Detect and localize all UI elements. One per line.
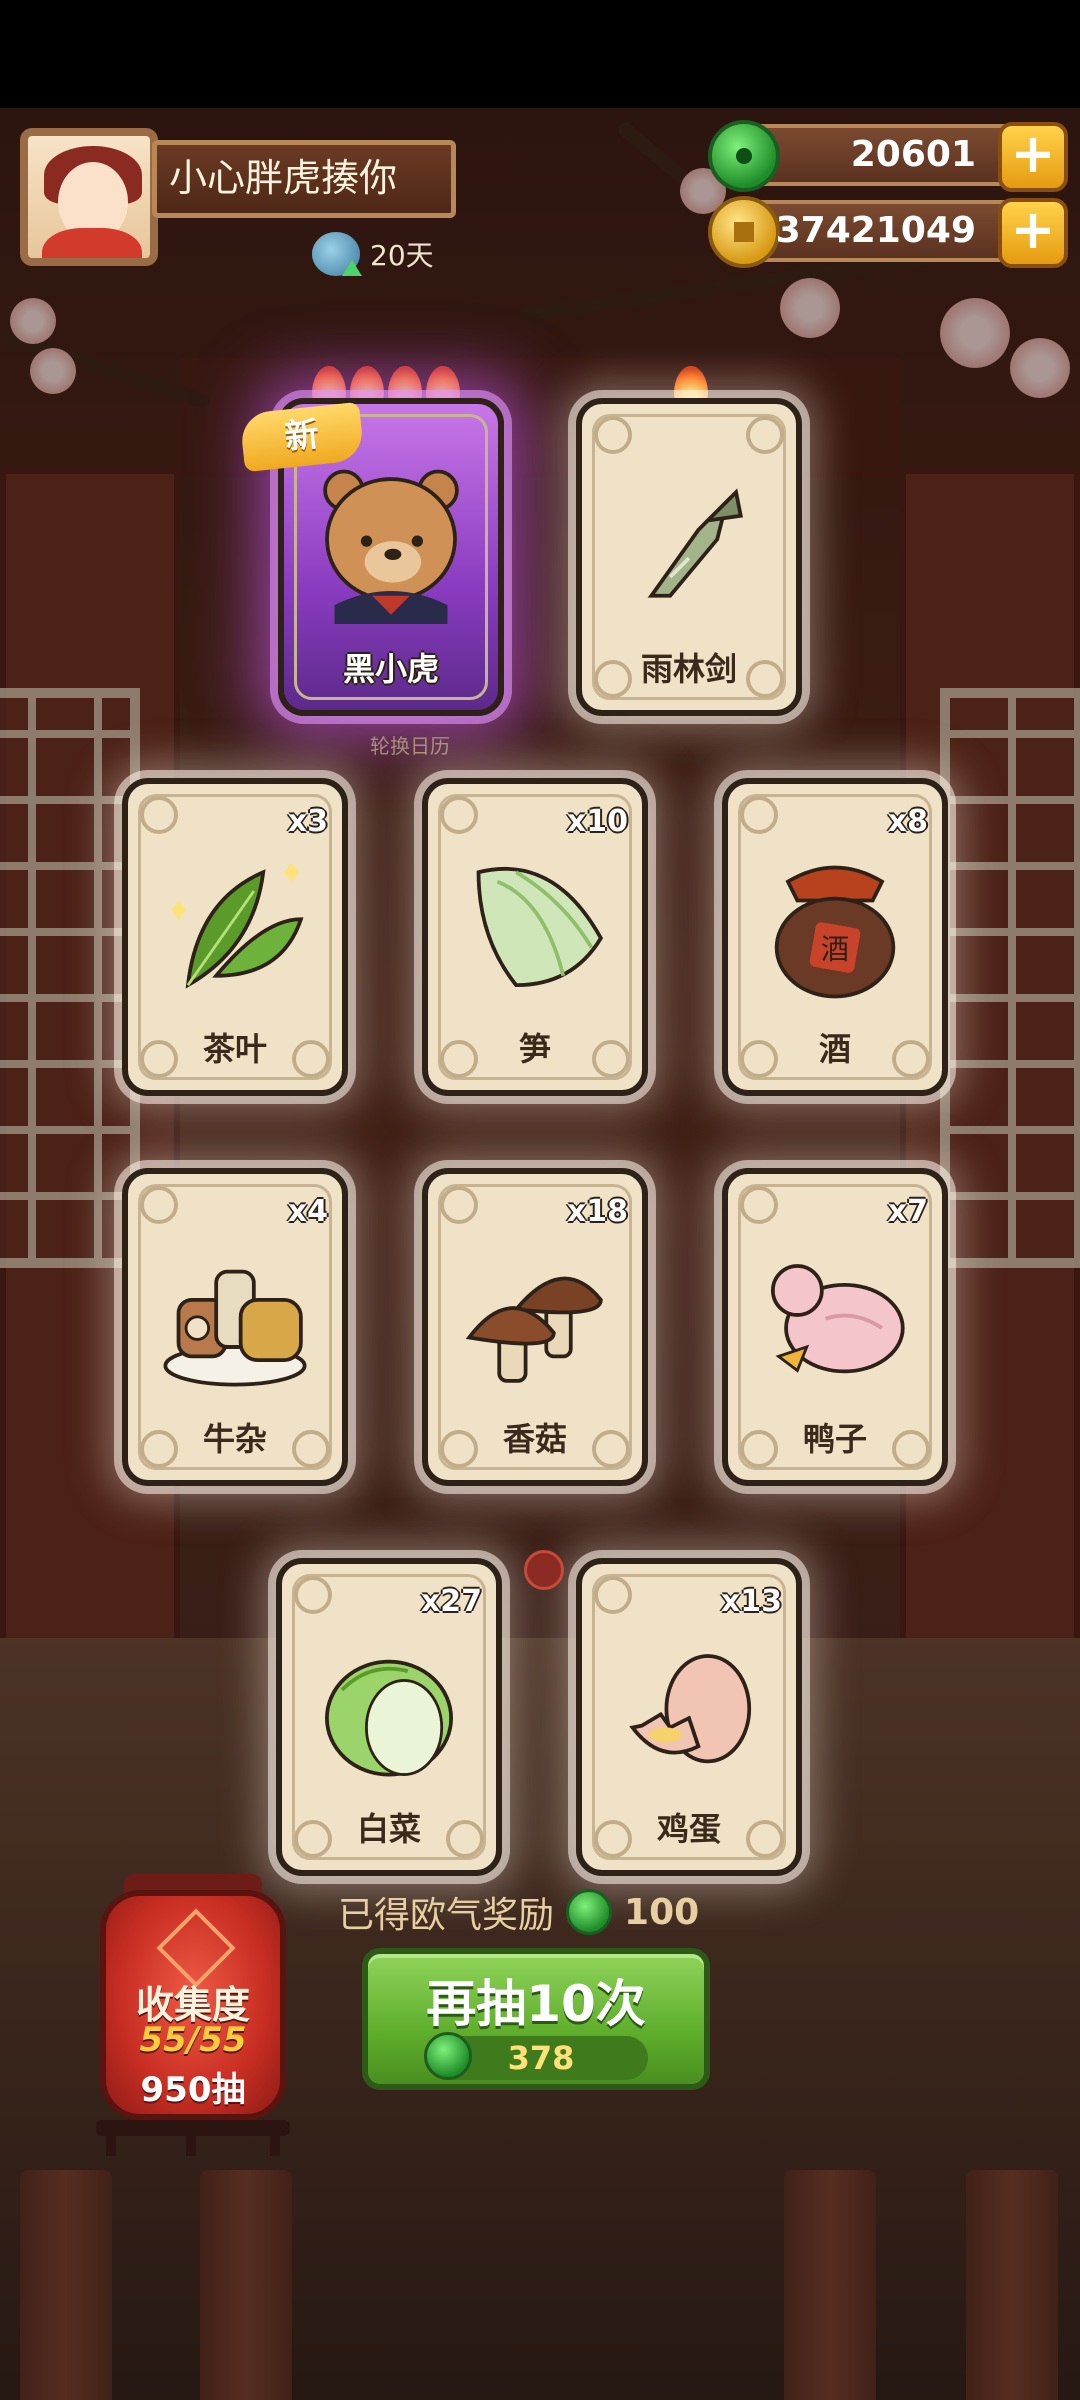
card-label: 白菜 xyxy=(356,1810,421,1848)
collection-lantern[interactable]: 收集度 55/55 950抽 xyxy=(100,1890,286,2120)
card-label: 雨林剑 xyxy=(640,650,737,688)
add-gold-button[interactable]: + xyxy=(998,198,1068,268)
card-label: 酒 xyxy=(818,1030,851,1068)
card-label: 茶叶 xyxy=(202,1030,267,1068)
item-quantity: x10 xyxy=(566,804,628,839)
jade-coin-icon xyxy=(424,2032,472,2080)
card-item[interactable]: x3 茶叶 xyxy=(122,778,348,1096)
item-quantity: x3 xyxy=(287,804,328,839)
gold-currency: 37421049 + xyxy=(708,196,1068,268)
rotation-calendar-caption: 轮换日历 xyxy=(370,734,450,758)
card-item[interactable]: x8 酒 酒 xyxy=(722,778,948,1096)
gold-amount: 37421049 xyxy=(775,210,976,251)
card-item[interactable]: x10 笋 xyxy=(422,778,648,1096)
card-featured-item[interactable]: 雨林剑 xyxy=(576,398,802,716)
ornament-knob xyxy=(524,1550,564,1590)
jade-amount: 20601 xyxy=(850,134,976,175)
duck-icon xyxy=(771,1264,905,1374)
reward-amount: 100 xyxy=(624,1891,700,1933)
draw-again-label: 再抽10次 xyxy=(426,1975,646,2033)
shiitake-mushroom-icon xyxy=(465,1276,603,1383)
draw-again-button[interactable]: 再抽10次 378 xyxy=(362,1948,710,2090)
status-bar-area xyxy=(0,0,1080,108)
bear-character-icon xyxy=(323,469,459,624)
calendar-growth-icon xyxy=(312,232,362,276)
card-item[interactable]: x7 鸭子 xyxy=(722,1168,948,1486)
lantern-leg xyxy=(186,2130,196,2156)
add-jade-button[interactable]: + xyxy=(998,122,1068,192)
swirl-ornament xyxy=(140,1186,178,1224)
jar-label: 酒 xyxy=(821,933,849,966)
item-quantity: x8 xyxy=(887,804,928,839)
swirl-ornament xyxy=(594,1576,632,1614)
egg-icon xyxy=(629,1654,752,1764)
collection-progress: 55/55 xyxy=(139,2020,247,2060)
card-label: 鸡蛋 xyxy=(656,1810,721,1848)
card-item[interactable]: x4 牛杂 xyxy=(122,1168,348,1486)
item-quantity: x13 xyxy=(720,1584,782,1619)
card-label: 黑小虎 xyxy=(342,650,439,688)
item-quantity: x27 xyxy=(420,1584,482,1619)
login-days: 20天 xyxy=(312,232,434,276)
beef-offal-icon xyxy=(163,1269,307,1387)
card-label: 鸭子 xyxy=(802,1420,867,1458)
card-item[interactable]: x13 鸡蛋 xyxy=(576,1558,802,1876)
swirl-ornament xyxy=(746,416,784,454)
card-item[interactable]: x18 香菇 xyxy=(422,1168,648,1486)
lantern-leg xyxy=(270,2130,280,2156)
card-label: 香菇 xyxy=(502,1420,567,1458)
card-label: 笋 xyxy=(518,1030,551,1068)
player-name: 小心胖虎揍你 xyxy=(152,140,456,218)
item-quantity: x4 xyxy=(287,1194,328,1229)
lantern-leg xyxy=(106,2130,116,2156)
wine-jar-icon: 酒 xyxy=(774,865,896,999)
days-label: 20天 xyxy=(370,239,434,272)
swirl-ornament xyxy=(740,796,778,834)
collection-draws: 950抽 xyxy=(140,2070,246,2110)
player-avatar[interactable] xyxy=(20,128,158,266)
swirl-ornament xyxy=(440,1186,478,1224)
avatar-robe xyxy=(42,228,142,258)
jade-dagger-icon xyxy=(647,488,744,598)
swirl-ornament xyxy=(440,796,478,834)
bamboo-shoot-icon xyxy=(476,867,604,988)
item-quantity: x7 xyxy=(887,1194,928,1229)
card-item[interactable]: x27 白菜 xyxy=(276,1558,502,1876)
swirl-ornament xyxy=(294,1576,332,1614)
swirl-ornament xyxy=(140,796,178,834)
gold-coin-icon xyxy=(708,196,780,268)
item-quantity: x18 xyxy=(566,1194,628,1229)
jade-currency: 20601 + xyxy=(708,120,1068,192)
swirl-ornament xyxy=(740,1186,778,1224)
jade-coin-icon xyxy=(708,120,780,192)
jade-coin-icon xyxy=(566,1889,613,1935)
tea-leaf-icon xyxy=(171,862,304,989)
reward-text: 已得欧气奖励 xyxy=(338,1895,555,1936)
napa-cabbage-icon xyxy=(325,1659,453,1777)
earned-reward: 已得欧气奖励 100 xyxy=(338,1886,699,1938)
card-label: 牛杂 xyxy=(202,1420,267,1458)
swirl-ornament xyxy=(594,416,632,454)
